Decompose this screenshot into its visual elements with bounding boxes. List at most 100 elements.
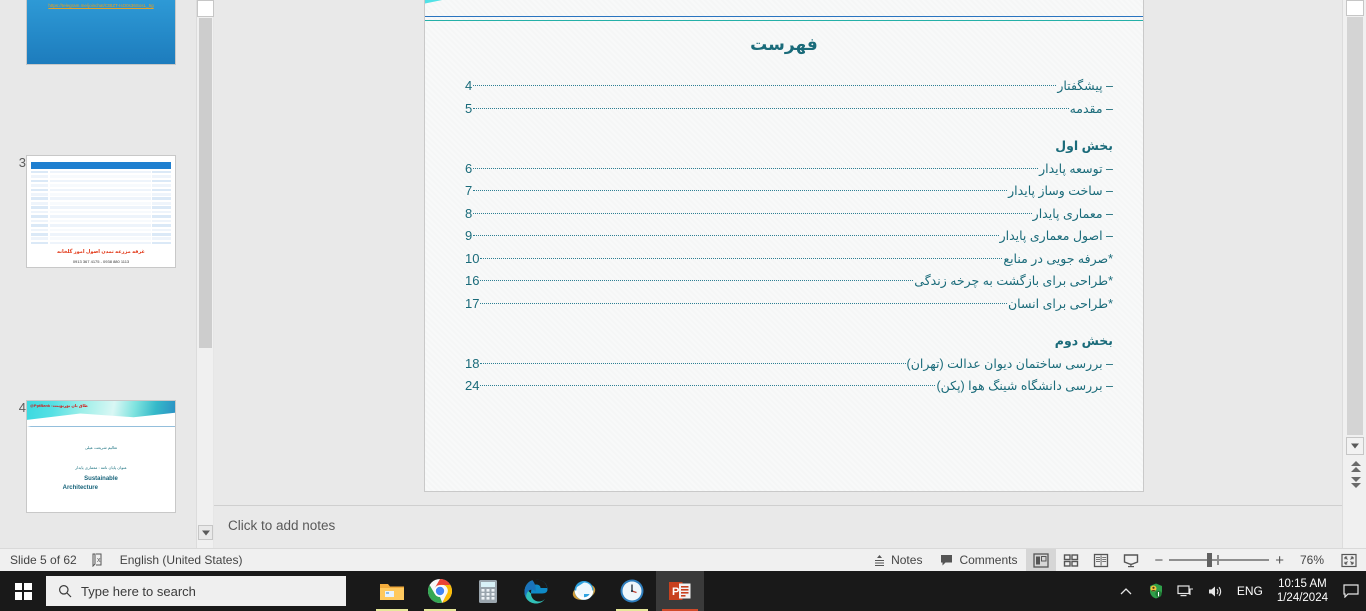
toc-leader-dots — [480, 257, 1003, 259]
taskbar-edge-button[interactable] — [512, 571, 560, 611]
toc-leader-dots — [480, 280, 914, 281]
slide-title[interactable]: فهرست — [425, 35, 1143, 55]
powerpoint-window: @PptBank https://telegram.me/joinchat/Ct… — [0, 0, 1366, 611]
editor-scroll-down-button[interactable] — [1346, 437, 1364, 455]
taskbar-clock[interactable]: 10:15 AM 1/24/2024 — [1269, 577, 1336, 605]
zoom-slider-handle[interactable] — [1207, 553, 1213, 567]
taskbar-chrome-button[interactable] — [416, 571, 464, 611]
spelling-check-icon[interactable]: x — [91, 553, 106, 568]
clock-date: 1/24/2024 — [1276, 592, 1328, 604]
toc-entry-page: 24 — [465, 378, 480, 393]
taskbar-powerpoint-button[interactable]: P — [656, 571, 704, 611]
toc-leader-dots — [473, 190, 1008, 191]
zoom-level-label[interactable]: 76% — [1290, 553, 1324, 567]
editor-scrollbar-thumb[interactable] — [1347, 17, 1363, 435]
notes-button[interactable]: Notes — [864, 549, 931, 572]
thumbnail-slide-6[interactable]: 6 @PptBank :طاق بان بوربوینت مقدمه — [0, 451, 196, 521]
toc-entry-page: 4 — [465, 78, 473, 93]
thumbnail-pane-scrollbar[interactable] — [196, 0, 214, 548]
slide-position-label[interactable]: Slide 5 of 62 — [10, 553, 77, 567]
taskbar-calculator-button[interactable] — [464, 571, 512, 611]
fit-slide-icon — [1341, 553, 1357, 567]
comments-button-label: Comments — [959, 553, 1018, 567]
comments-button[interactable]: Comments — [931, 549, 1026, 572]
language-indicator[interactable]: ENG — [1231, 571, 1269, 611]
slide-editor-area[interactable]: فهرست – پیشگفتار 4 – مقدمه 5 بخش اول – توسعه … — [214, 0, 1342, 505]
thumbnail-slide-2[interactable]: @PptBank https://telegram.me/joinchat/Ct… — [0, 0, 196, 70]
internet-explorer-icon — [572, 581, 596, 600]
start-button[interactable] — [0, 571, 46, 611]
table-of-contents[interactable]: – پیشگفتار 4 – مقدمه 5 بخش اول – توسعه پایدار… — [465, 75, 1113, 398]
zoom-control[interactable]: − + 76% — [1146, 552, 1332, 569]
svg-text:P: P — [672, 586, 679, 598]
zoom-slider-track — [1169, 559, 1270, 561]
slide-sorter-view-button[interactable] — [1056, 549, 1086, 572]
editor-scrollbar[interactable] — [1342, 0, 1366, 548]
security-tray-icon[interactable] — [1141, 571, 1171, 611]
toc-entry-page: 6 — [465, 160, 473, 176]
toc-entry-page: 17 — [465, 295, 480, 311]
toc-spacer — [465, 315, 1113, 331]
search-icon — [59, 585, 72, 598]
thumbnail-image[interactable]: @PptBank https://telegram.me/joinchat/Ct… — [26, 0, 176, 65]
reading-view-button[interactable] — [1086, 549, 1116, 572]
toc-entry: – ساخت وساز پایدار 7 — [465, 180, 1113, 203]
fit-to-window-button[interactable] — [1332, 549, 1366, 572]
slide-show-view-button[interactable] — [1116, 549, 1146, 572]
thumbnail-scrollbar-thumb[interactable] — [199, 18, 212, 348]
toc-entry-label: – مقدمه — [1069, 101, 1113, 116]
toc-entry: *طراحی برای بازگشت به چرخه زندگی 16 — [465, 270, 1113, 293]
thumbnail-slide-3[interactable]: 3 غرفه مزرعه تمدن اصول امور گلخانه 0913 … — [0, 70, 196, 268]
normal-view-button[interactable] — [1026, 548, 1057, 572]
toc-entry-label: – توسعه پایدار — [1039, 161, 1113, 176]
slide-thumbnail-pane[interactable]: @PptBank https://telegram.me/joinchat/Ct… — [0, 0, 196, 548]
toc-entry-page: 7 — [465, 183, 473, 198]
toc-entry-label: – بررسی ساختمان دیوان عدالت (تهران) — [906, 356, 1113, 371]
action-center-button[interactable] — [1336, 571, 1366, 611]
clock-time: 10:15 AM — [1278, 578, 1327, 590]
thumbnail-slide-4[interactable]: 4 @PptBank :طاق بان بوربوینت تعالیم شریع… — [0, 183, 196, 513]
toc-entry: – بررسی دانشگاه شینگ هوا (پکن) 24 — [465, 375, 1113, 398]
toc-entry-label: – معماری پایدار — [1032, 206, 1113, 221]
file-explorer-icon — [380, 584, 404, 600]
toc-entry-page: 8 — [465, 205, 473, 221]
toc-entry-label: *صرفه جویی در منابع — [1003, 251, 1113, 266]
slide-sorter-icon — [1064, 553, 1079, 567]
next-slide-button[interactable] — [1348, 476, 1364, 490]
previous-slide-button[interactable] — [1348, 460, 1364, 474]
toc-leader-dots — [473, 235, 999, 236]
show-hidden-icons-button[interactable] — [1111, 571, 1141, 611]
language-label[interactable]: English (United States) — [120, 553, 243, 567]
toc-entry-page: 5 — [465, 100, 473, 116]
svg-text:x: x — [97, 557, 101, 564]
thumbnail-scroll-down-button[interactable] — [198, 525, 213, 540]
thumbnail-scroll-up-button[interactable] — [197, 0, 214, 17]
current-slide[interactable]: فهرست – پیشگفتار 4 – مقدمه 5 بخش اول – توسعه … — [424, 0, 1144, 492]
notes-icon — [875, 554, 885, 566]
volume-tray-icon[interactable] — [1201, 571, 1231, 611]
notes-placeholder[interactable]: Click to add notes — [218, 510, 1338, 546]
powerpoint-icon: P — [669, 582, 691, 600]
taskbar-clock-button[interactable] — [608, 571, 656, 611]
toc-leader-dots — [473, 167, 1039, 169]
toc-entry: *صرفه جویی در منابع 10 — [465, 248, 1113, 271]
taskbar-file-explorer-button[interactable] — [368, 571, 416, 611]
zoom-slider[interactable] — [1169, 553, 1270, 567]
comment-bubble-icon — [941, 554, 953, 565]
toc-leader-dots — [480, 385, 936, 386]
network-icon — [1177, 584, 1194, 596]
taskbar-internet-explorer-button[interactable] — [560, 571, 608, 611]
taskbar-app-icons: P — [368, 571, 704, 611]
toc-leader-dots — [473, 212, 1032, 214]
thumbnail-slide-5[interactable]: 5 @PptBank :طاق بان بوربوینت فهرست 4 5 6… — [0, 315, 196, 451]
editor-scroll-up-button[interactable] — [1346, 0, 1364, 16]
clock-app-icon — [620, 579, 644, 603]
network-tray-icon[interactable] — [1171, 571, 1201, 611]
zoom-in-button[interactable]: + — [1275, 552, 1284, 569]
taskbar-search-box[interactable]: Type here to search — [46, 576, 346, 606]
zoom-out-button[interactable]: − — [1154, 552, 1163, 569]
chevron-down-icon — [201, 530, 210, 535]
toc-entry: – توسعه پایدار 6 — [465, 158, 1113, 181]
toc-spacer — [465, 120, 1113, 136]
notes-pane[interactable]: Click to add notes — [214, 505, 1342, 548]
